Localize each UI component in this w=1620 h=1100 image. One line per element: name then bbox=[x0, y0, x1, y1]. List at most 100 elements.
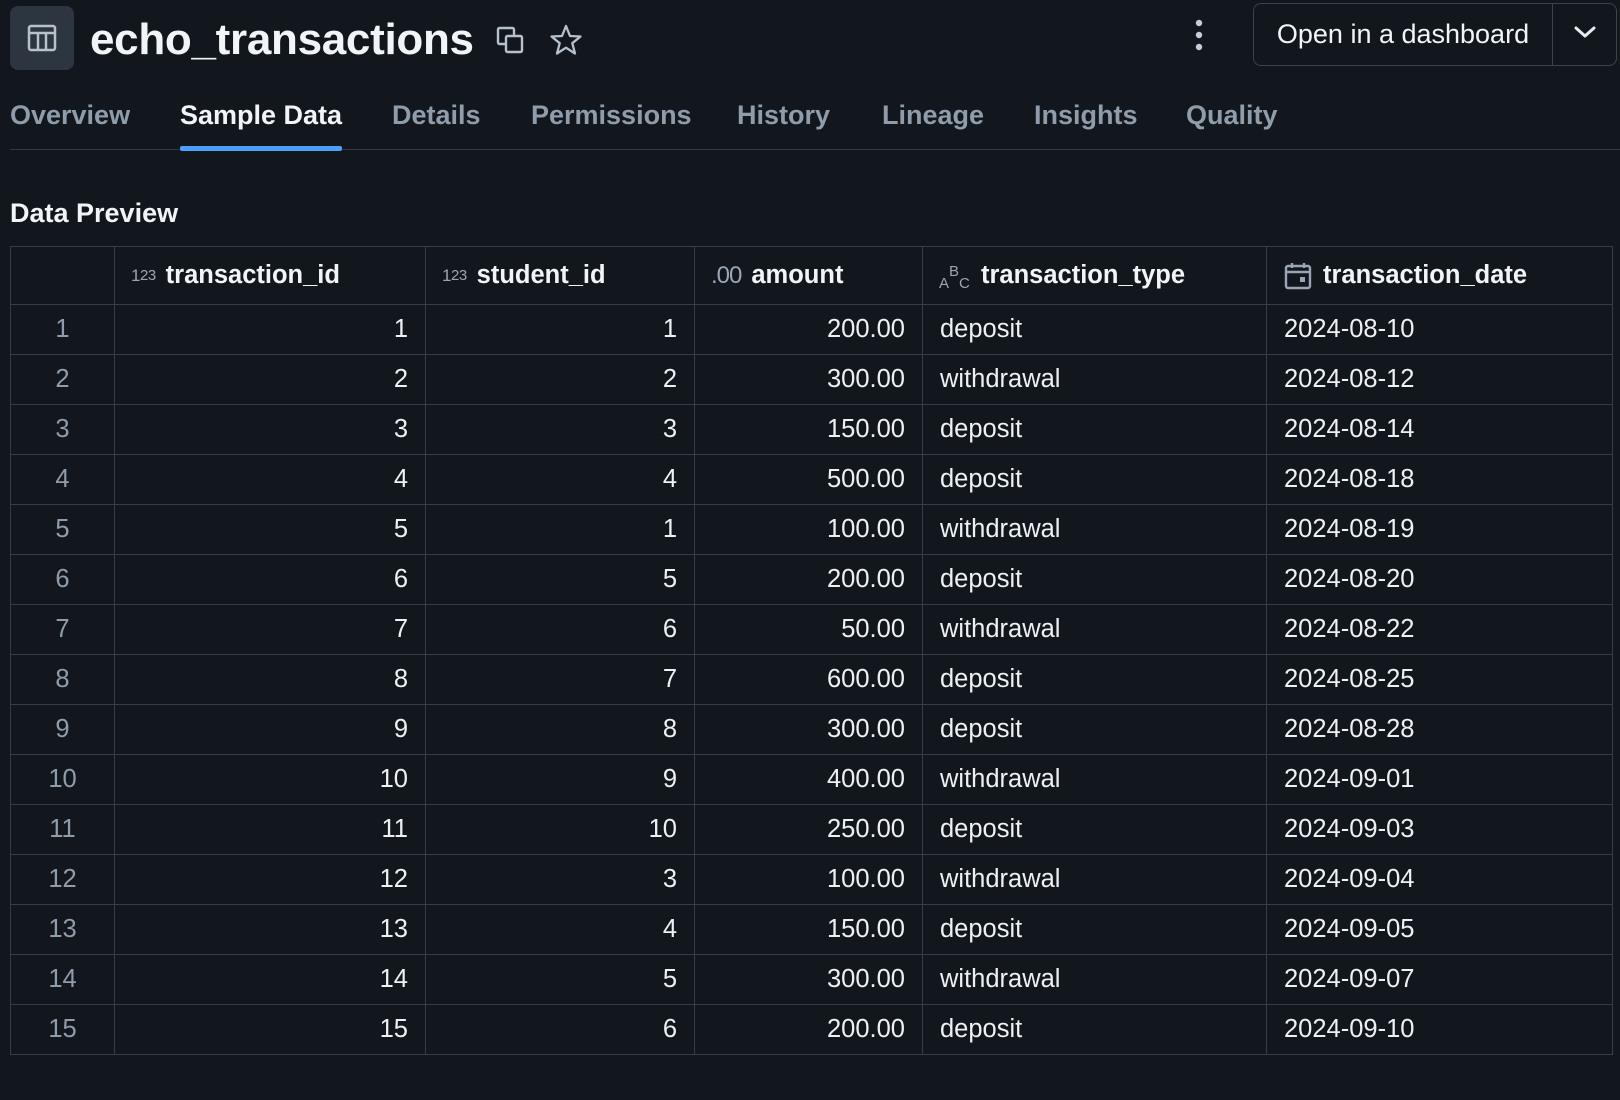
svg-text:C: C bbox=[959, 275, 970, 290]
cell-transaction-date: 2024-08-19 bbox=[1266, 504, 1613, 555]
cell-amount: 200.00 bbox=[694, 1004, 923, 1055]
row-number-cell: 14 bbox=[10, 954, 115, 1005]
cell-student-id: 7 bbox=[425, 654, 695, 705]
table-row[interactable]: 6 6 5 200.00 deposit 2024-08-20 bbox=[10, 554, 1613, 605]
table-row[interactable]: 4 4 4 500.00 deposit 2024-08-18 bbox=[10, 454, 1613, 505]
cell-transaction-date: 2024-08-12 bbox=[1266, 354, 1613, 405]
cell-student-id: 5 bbox=[425, 554, 695, 605]
svg-text:B: B bbox=[949, 263, 959, 280]
cell-transaction-date: 2024-08-20 bbox=[1266, 554, 1613, 605]
cell-student-id: 3 bbox=[425, 404, 695, 455]
cell-transaction-type: deposit bbox=[922, 904, 1267, 955]
tab-insights[interactable]: Insights bbox=[1034, 100, 1138, 148]
row-number-cell: 9 bbox=[10, 704, 115, 755]
dashboard-dropdown-button[interactable] bbox=[1553, 4, 1616, 65]
table-icon bbox=[10, 6, 74, 70]
page: echo_transactions Open in a dashboard Ov… bbox=[0, 0, 1620, 1100]
cell-transaction-type: deposit bbox=[922, 304, 1267, 355]
cell-transaction-id: 11 bbox=[114, 804, 426, 855]
cell-amount: 200.00 bbox=[694, 554, 923, 605]
cell-transaction-id: 7 bbox=[114, 604, 426, 655]
table-row[interactable]: 15 15 6 200.00 deposit 2024-09-10 bbox=[10, 1004, 1613, 1055]
cell-transaction-type: withdrawal bbox=[922, 354, 1267, 405]
cell-transaction-id: 1 bbox=[114, 304, 426, 355]
cell-amount: 500.00 bbox=[694, 454, 923, 505]
table-row[interactable]: 12 12 3 100.00 withdrawal 2024-09-04 bbox=[10, 854, 1613, 905]
cell-transaction-id: 15 bbox=[114, 1004, 426, 1055]
table-row[interactable]: 2 2 2 300.00 withdrawal 2024-08-12 bbox=[10, 354, 1613, 405]
cell-transaction-id: 3 bbox=[114, 404, 426, 455]
cell-student-id: 1 bbox=[425, 304, 695, 355]
calendar-icon bbox=[1283, 261, 1313, 291]
cell-student-id: 10 bbox=[425, 804, 695, 855]
tab-bar: Overview Sample Data Details Permissions… bbox=[10, 88, 1620, 151]
cell-transaction-id: 2 bbox=[114, 354, 426, 405]
more-options-icon[interactable] bbox=[1181, 14, 1217, 56]
cell-transaction-type: deposit bbox=[922, 1004, 1267, 1055]
table-row[interactable]: 3 3 3 150.00 deposit 2024-08-14 bbox=[10, 404, 1613, 455]
cell-transaction-date: 2024-09-04 bbox=[1266, 854, 1613, 905]
table-header-row: 123 transaction_id 123 student_id .00 am… bbox=[10, 246, 1613, 305]
table-row[interactable]: 1 1 1 200.00 deposit 2024-08-10 bbox=[10, 304, 1613, 355]
tab-quality[interactable]: Quality bbox=[1186, 100, 1278, 148]
cell-transaction-id: 14 bbox=[114, 954, 426, 1005]
table-row[interactable]: 8 8 7 600.00 deposit 2024-08-25 bbox=[10, 654, 1613, 705]
cell-transaction-id: 6 bbox=[114, 554, 426, 605]
cell-student-id: 4 bbox=[425, 454, 695, 505]
cell-transaction-id: 13 bbox=[114, 904, 426, 955]
open-dashboard-button[interactable]: Open in a dashboard bbox=[1254, 4, 1553, 65]
column-header-student-id[interactable]: 123 student_id bbox=[425, 246, 695, 305]
cell-transaction-date: 2024-09-07 bbox=[1266, 954, 1613, 1005]
row-number-cell: 7 bbox=[10, 604, 115, 655]
cell-transaction-type: withdrawal bbox=[922, 954, 1267, 1005]
table-row[interactable]: 11 11 10 250.00 deposit 2024-09-03 bbox=[10, 804, 1613, 855]
table-row[interactable]: 14 14 5 300.00 withdrawal 2024-09-07 bbox=[10, 954, 1613, 1005]
cell-transaction-type: deposit bbox=[922, 454, 1267, 505]
tab-details[interactable]: Details bbox=[392, 100, 481, 148]
cell-transaction-id: 10 bbox=[114, 754, 426, 805]
column-header-transaction-date[interactable]: transaction_date bbox=[1266, 246, 1613, 305]
cell-transaction-date: 2024-09-01 bbox=[1266, 754, 1613, 805]
row-number-cell: 11 bbox=[10, 804, 115, 855]
tab-permissions[interactable]: Permissions bbox=[531, 100, 692, 148]
header: echo_transactions Open in a dashboard bbox=[0, 0, 1620, 80]
column-header-label: transaction_type bbox=[981, 261, 1186, 289]
section-title: Data Preview bbox=[10, 198, 179, 228]
copy-icon[interactable] bbox=[492, 22, 528, 58]
cell-student-id: 4 bbox=[425, 904, 695, 955]
table-row[interactable]: 7 7 6 50.00 withdrawal 2024-08-22 bbox=[10, 604, 1613, 655]
row-number-cell: 13 bbox=[10, 904, 115, 955]
cell-student-id: 9 bbox=[425, 754, 695, 805]
cell-transaction-date: 2024-08-10 bbox=[1266, 304, 1613, 355]
cell-transaction-type: deposit bbox=[922, 654, 1267, 705]
row-number-cell: 1 bbox=[10, 304, 115, 355]
table-row[interactable]: 5 5 1 100.00 withdrawal 2024-08-19 bbox=[10, 504, 1613, 555]
cell-transaction-date: 2024-08-25 bbox=[1266, 654, 1613, 705]
cell-transaction-date: 2024-08-22 bbox=[1266, 604, 1613, 655]
cell-transaction-id: 4 bbox=[114, 454, 426, 505]
cell-amount: 300.00 bbox=[694, 354, 923, 405]
cell-amount: 400.00 bbox=[694, 754, 923, 805]
table-row[interactable]: 10 10 9 400.00 withdrawal 2024-09-01 bbox=[10, 754, 1613, 805]
cell-amount: 300.00 bbox=[694, 954, 923, 1005]
row-number-cell: 2 bbox=[10, 354, 115, 405]
table-row[interactable]: 13 13 4 150.00 deposit 2024-09-05 bbox=[10, 904, 1613, 955]
cell-transaction-date: 2024-08-14 bbox=[1266, 404, 1613, 455]
tab-history[interactable]: History bbox=[737, 100, 830, 148]
data-preview-table: 123 transaction_id 123 student_id .00 am… bbox=[10, 246, 1613, 1055]
column-header-label: transaction_date bbox=[1323, 261, 1528, 289]
tab-overview[interactable]: Overview bbox=[10, 100, 130, 148]
column-header-amount[interactable]: .00 amount bbox=[694, 246, 923, 305]
table-body: 1 1 1 200.00 deposit 2024-08-10 2 2 2 300.00 withd… bbox=[10, 304, 1613, 1055]
tab-sample-data[interactable]: Sample Data bbox=[180, 100, 343, 151]
cell-student-id: 1 bbox=[425, 504, 695, 555]
column-header-transaction-id[interactable]: 123 transaction_id bbox=[114, 246, 426, 305]
open-dashboard-split-button: Open in a dashboard bbox=[1253, 3, 1617, 66]
cell-amount: 100.00 bbox=[694, 854, 923, 905]
tab-lineage[interactable]: Lineage bbox=[882, 100, 984, 148]
cell-transaction-type: deposit bbox=[922, 554, 1267, 605]
star-icon[interactable] bbox=[548, 22, 584, 58]
cell-transaction-type: deposit bbox=[922, 404, 1267, 455]
table-row[interactable]: 9 9 8 300.00 deposit 2024-08-28 bbox=[10, 704, 1613, 755]
column-header-transaction-type[interactable]: A B C transaction_type bbox=[922, 246, 1267, 305]
